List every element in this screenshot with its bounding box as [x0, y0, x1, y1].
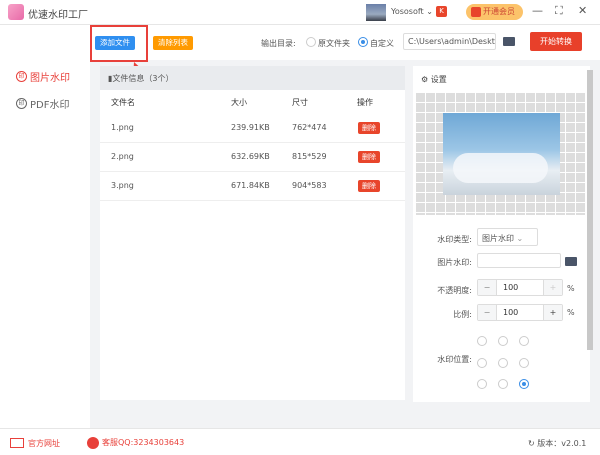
increase-button[interactable]: + [544, 280, 562, 295]
watermark-type-label: 水印类型: [437, 235, 472, 244]
version-label: 版本：v2.0.1 [537, 439, 587, 448]
customer-service-qq[interactable]: 客服QQ:3234303643 [87, 437, 184, 449]
preview-image [443, 113, 560, 195]
percent-unit: % [567, 308, 575, 317]
opacity-value[interactable]: 100 [496, 280, 544, 295]
position-top-right[interactable] [519, 336, 529, 346]
position-bottom-center[interactable] [498, 379, 508, 389]
file-size: 671.84KB [231, 181, 270, 190]
settings-title: 设置 [430, 75, 447, 84]
website-label: 官方网址 [28, 439, 60, 448]
percent-unit: % [567, 284, 575, 293]
scale-label: 比例: [453, 310, 472, 319]
website-icon [10, 438, 24, 448]
file-name: 3.png [111, 181, 134, 190]
position-middle-right[interactable] [519, 358, 529, 368]
headset-icon [87, 437, 99, 449]
file-info-title: 文件信息（3个） [112, 74, 174, 83]
delete-button[interactable]: 删除 [358, 122, 380, 134]
opacity-label: 不透明度: [437, 286, 472, 295]
position-top-center[interactable] [498, 336, 508, 346]
scale-value[interactable]: 100 [496, 305, 544, 320]
position-center[interactable] [498, 358, 508, 368]
chevron-down-icon: ⌄ [516, 234, 524, 243]
refresh-icon[interactable]: ↻ [528, 439, 535, 448]
table-row: 3.png 671.84KB 904*583 删除 [100, 172, 405, 201]
watermark-type-select[interactable]: 图片水印 ⌄ [477, 228, 538, 246]
column-header-name: 文件名 [111, 98, 135, 107]
position-bottom-left[interactable] [477, 379, 487, 389]
file-dimensions: 815*529 [292, 152, 327, 161]
table-row: 1.png 239.91KB 762*474 删除 [100, 114, 405, 143]
file-dimensions: 904*583 [292, 181, 327, 190]
column-header-dimensions: 尺寸 [292, 98, 308, 107]
folder-icon[interactable] [565, 257, 577, 266]
settings-header: ⚙ 设置 [421, 74, 447, 85]
file-name: 1.png [111, 123, 134, 132]
file-name: 2.png [111, 152, 134, 161]
file-dimensions: 762*474 [292, 123, 327, 132]
settings-scrollbar[interactable] [587, 70, 593, 350]
file-size: 239.91KB [231, 123, 270, 132]
column-header-action: 操作 [357, 98, 373, 107]
opacity-stepper[interactable]: −100 + [477, 279, 563, 296]
footer: 官方网址 客服QQ:3234303643 ↻ 版本：v2.0.1 [0, 428, 600, 455]
increase-button[interactable]: + [544, 305, 562, 320]
decrease-button[interactable]: − [478, 305, 496, 320]
position-top-left[interactable] [477, 336, 487, 346]
delete-button[interactable]: 删除 [358, 151, 380, 163]
delete-button[interactable]: 删除 [358, 180, 380, 192]
watermark-type-value: 图片水印 [482, 234, 514, 243]
position-middle-left[interactable] [477, 358, 487, 368]
decrease-button[interactable]: − [478, 280, 496, 295]
file-size: 632.69KB [231, 152, 270, 161]
image-watermark-input[interactable] [477, 253, 561, 268]
position-bottom-right[interactable] [519, 379, 529, 389]
qq-label: 客服QQ:3234303643 [102, 438, 185, 447]
table-row: 2.png 632.69KB 815*529 删除 [100, 143, 405, 172]
scale-stepper[interactable]: −100 + [477, 304, 563, 321]
version-info: ↻ 版本：v2.0.1 [528, 438, 586, 449]
position-label: 水印位置: [437, 355, 472, 364]
file-info-header: ▮文件信息（3个） [100, 66, 405, 90]
image-watermark-label: 图片水印: [437, 258, 472, 267]
website-link[interactable]: 官方网址 [10, 438, 60, 449]
column-header-size: 大小 [231, 98, 247, 107]
gear-icon: ⚙ [421, 75, 429, 84]
